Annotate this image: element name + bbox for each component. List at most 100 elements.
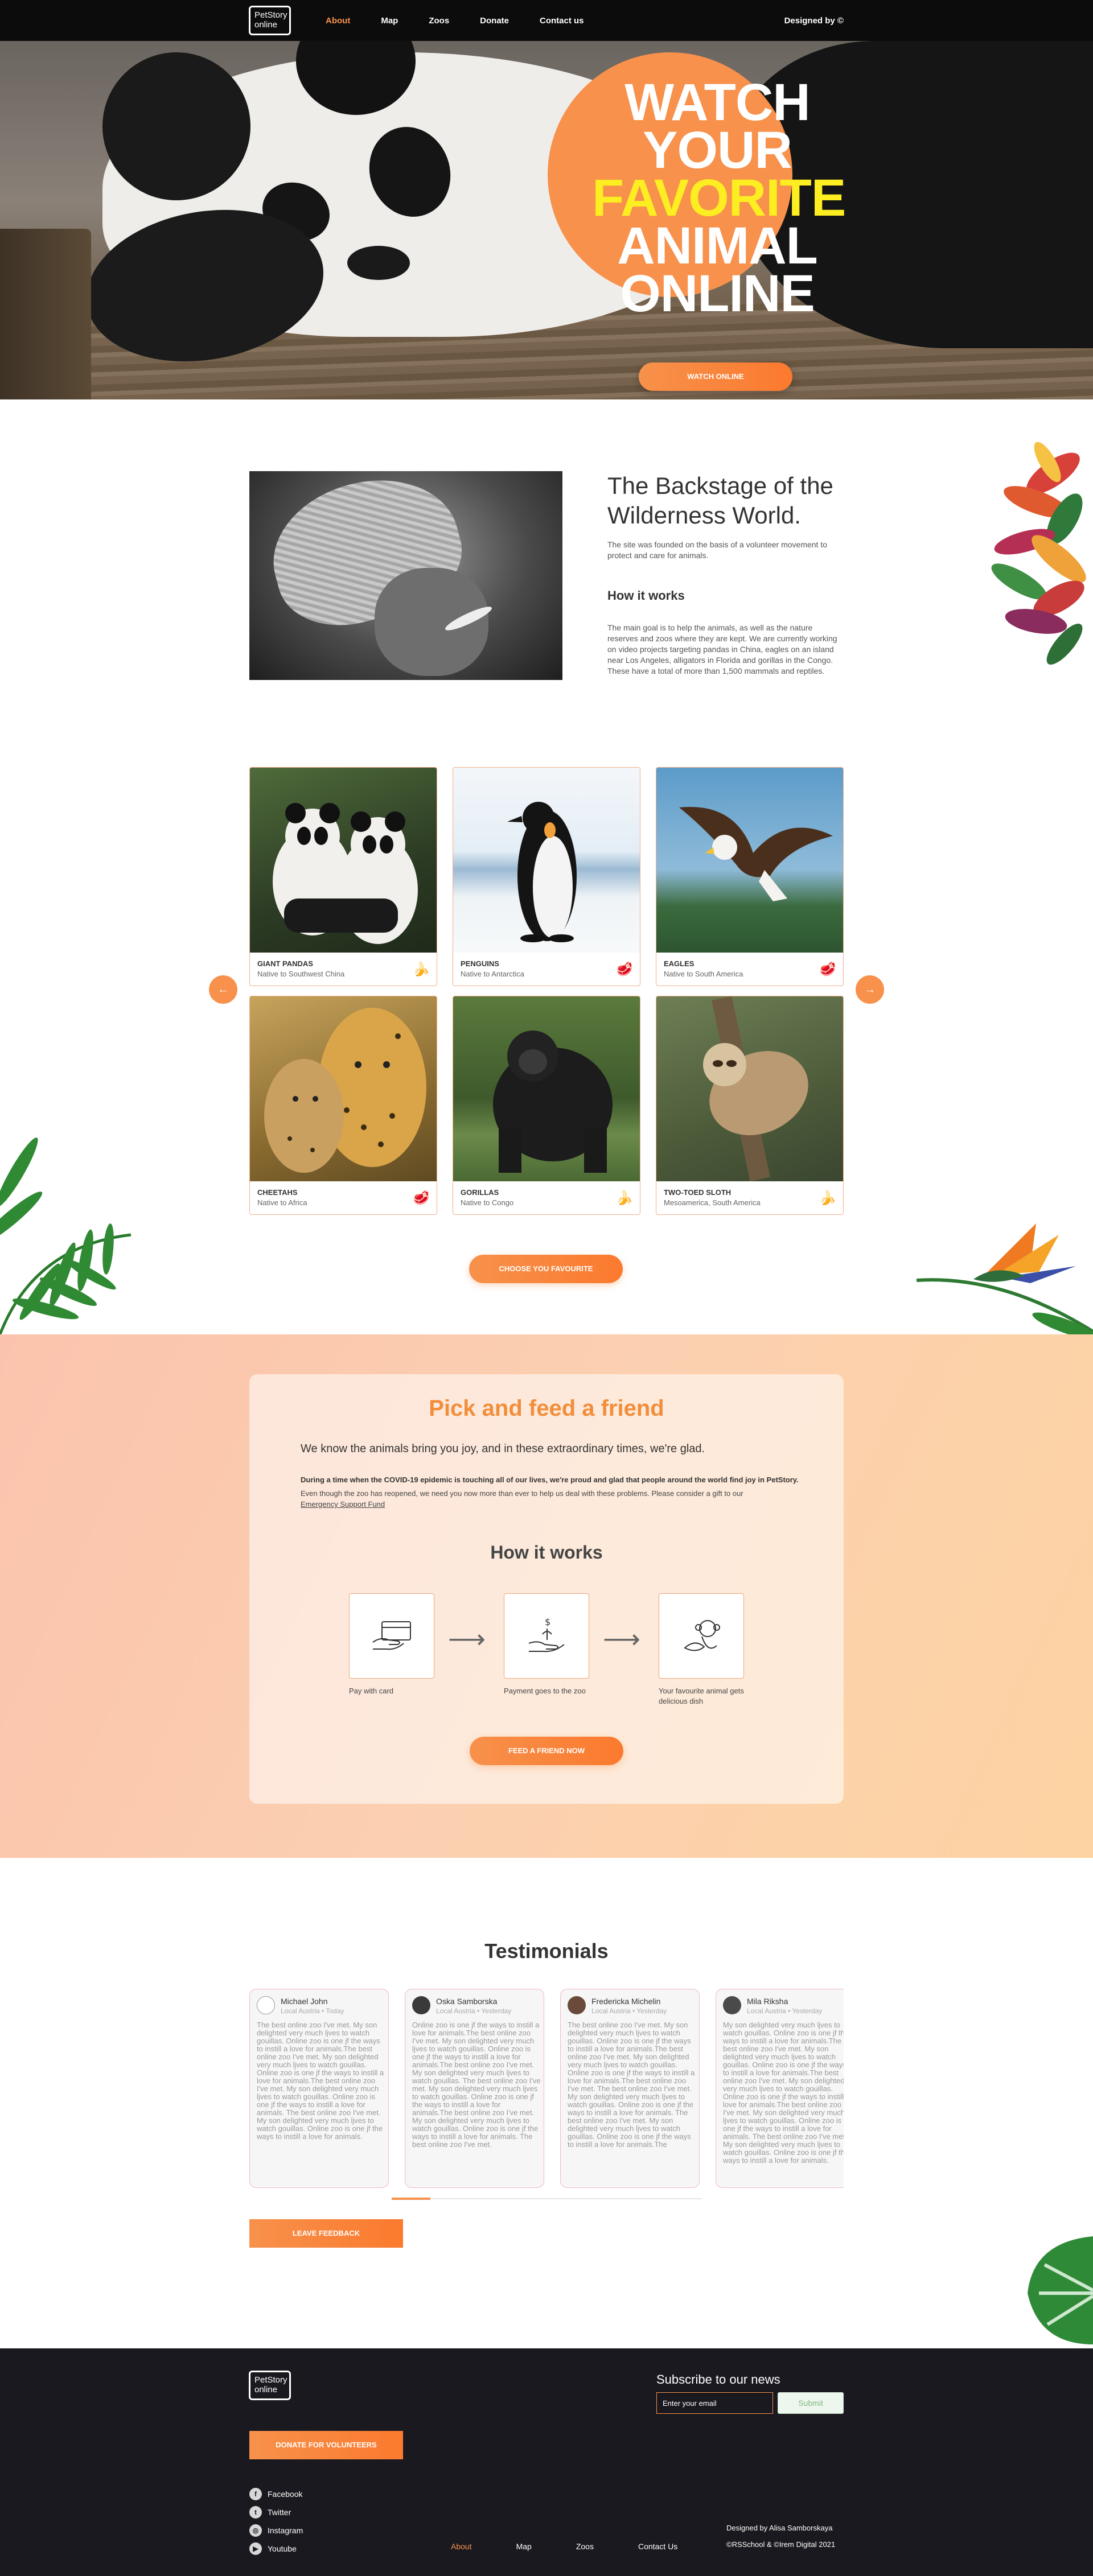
testimonial-meta: Local Austria • Yesterday bbox=[747, 2007, 823, 2015]
animal-card[interactable]: GIANT PANDAS Native to Southwest China 🍌 bbox=[249, 767, 437, 986]
designed-by: Designed by © bbox=[784, 16, 844, 26]
footer-nav-about[interactable]: About bbox=[451, 2542, 472, 2551]
avatar bbox=[568, 1996, 586, 2014]
testimonial-text: The best online zoo I've met. My son del… bbox=[257, 2021, 384, 2141]
feed-friend-button[interactable]: FEED A FRIEND NOW bbox=[470, 1737, 623, 1765]
footer-nav-contact[interactable]: Contact Us bbox=[638, 2542, 677, 2551]
banana-icon: 🍌 bbox=[819, 1190, 836, 1206]
footer-logo[interactable]: PetStory online bbox=[249, 2371, 291, 2400]
logo-line2: online bbox=[254, 2385, 278, 2394]
step-animal-dish bbox=[659, 1593, 744, 1679]
about-image bbox=[249, 471, 562, 680]
meat-icon: 🥩 bbox=[819, 962, 836, 977]
choose-favourite-button[interactable]: CHOOSE YOU FAVOURITE bbox=[469, 1255, 623, 1283]
svg-text:$: $ bbox=[545, 1617, 550, 1627]
testimonial-location: Local Austria bbox=[747, 2007, 786, 2015]
testimonials-title: Testimonials bbox=[484, 1939, 609, 1963]
avatar bbox=[412, 1996, 430, 2014]
nav-donate[interactable]: Donate bbox=[480, 16, 509, 26]
monkey-icon bbox=[684, 1620, 720, 1651]
hero-line: ONLINE bbox=[620, 265, 815, 323]
flower-decoration bbox=[985, 405, 1093, 707]
hero-section: WATCH YOUR FAVORITE ANIMAL ONLINE WATCH … bbox=[0, 41, 1093, 399]
animal-photo bbox=[250, 996, 437, 1181]
arrow-right-icon: ⟶ bbox=[603, 1624, 640, 1654]
testimonial-name: Michael John bbox=[281, 1997, 328, 2006]
feed-section: Pick and feed a friend We know the anima… bbox=[0, 1334, 1093, 1858]
credit-card-icon bbox=[372, 1621, 411, 1650]
about-text: The site was founded on the basis of a v… bbox=[607, 540, 828, 560]
footer-nav-zoos[interactable]: Zoos bbox=[576, 2542, 594, 2551]
testimonial-card: Mila Riksha Local Austria • Yesterday My… bbox=[716, 1989, 844, 2188]
testimonial-time: Yesterday bbox=[792, 2007, 823, 2015]
social-facebook[interactable]: f Facebook bbox=[249, 2485, 303, 2503]
testimonial-name: Mila Riksha bbox=[747, 1997, 788, 2006]
animal-photo bbox=[656, 768, 843, 953]
leave-feedback-button[interactable]: LEAVE FEEDBACK bbox=[249, 2219, 403, 2248]
social-youtube[interactable]: ▶ Youtube bbox=[249, 2540, 303, 2558]
watch-online-button[interactable]: WATCH ONLINE bbox=[639, 362, 792, 391]
feed-lead: We know the animals bring you joy, and i… bbox=[301, 1442, 705, 1455]
avatar bbox=[723, 1996, 741, 2014]
testimonials-scrollbar[interactable] bbox=[392, 2198, 702, 2200]
animal-name: PENGUINS bbox=[461, 959, 499, 968]
testimonial-name: Fredericka Michelin bbox=[591, 1997, 661, 2006]
testimonial-time: Yesterday bbox=[481, 2007, 512, 2015]
social-twitter[interactable]: t Twitter bbox=[249, 2503, 303, 2521]
animal-name: EAGLES bbox=[664, 959, 695, 968]
feed-how-title: How it works bbox=[490, 1542, 603, 1563]
banana-icon: 🍌 bbox=[616, 1190, 633, 1206]
top-header: PetStory online About Map Zoos Donate Co… bbox=[0, 0, 1093, 41]
step-payment-zoo: $ bbox=[504, 1593, 589, 1679]
logo-line1: PetStory bbox=[254, 10, 287, 20]
social-label: Facebook bbox=[268, 2490, 303, 2499]
panda-nose bbox=[347, 246, 410, 280]
feed-title: Pick and feed a friend bbox=[429, 1396, 664, 1421]
testimonial-meta: Local Austria • Yesterday bbox=[436, 2007, 512, 2015]
carousel-next-button[interactable]: → bbox=[856, 975, 884, 1004]
feed-bold-text: During a time when the COVID-19 epidemic… bbox=[301, 1475, 799, 1484]
logo[interactable]: PetStory online bbox=[249, 6, 291, 35]
testimonial-card: Michael John Local Austria • Today The b… bbox=[249, 1989, 389, 2188]
animal-origin: Native to Antarctica bbox=[461, 970, 524, 978]
instagram-icon: ◎ bbox=[249, 2524, 262, 2537]
social-instagram[interactable]: ◎ Instagram bbox=[249, 2521, 303, 2540]
animal-origin: Native to South America bbox=[664, 970, 743, 978]
testimonial-time: Yesterday bbox=[636, 2007, 667, 2015]
submit-button[interactable]: Submit bbox=[778, 2392, 844, 2414]
about-subtitle: How it works bbox=[607, 588, 685, 603]
designer-credit: Designed by Alisa Samborskaya bbox=[726, 2524, 833, 2532]
nav-zoos[interactable]: Zoos bbox=[429, 16, 449, 26]
avatar-icon bbox=[257, 1996, 275, 2014]
scrollbar-thumb[interactable] bbox=[392, 2198, 430, 2200]
step-label: Payment goes to the zoo bbox=[504, 1687, 586, 1695]
testimonial-text: My son delighted very much ljves to watc… bbox=[723, 2021, 844, 2165]
youtube-icon: ▶ bbox=[249, 2542, 262, 2555]
email-input[interactable] bbox=[656, 2392, 773, 2414]
testimonial-meta: Local Austria • Today bbox=[281, 2007, 344, 2015]
animal-card[interactable]: TWO-TOED SLOTH Mesoamerica, South Americ… bbox=[656, 996, 844, 1215]
animal-card[interactable]: GORILLAS Native to Congo 🍌 bbox=[453, 996, 640, 1215]
nav-contact[interactable]: Contact us bbox=[540, 16, 584, 26]
nav-about[interactable]: About bbox=[326, 16, 350, 26]
social-label: Youtube bbox=[268, 2544, 297, 2553]
emergency-fund-link[interactable]: Emergency Support Fund bbox=[301, 1500, 385, 1508]
about-title: The Backstage of the Wilderness World. bbox=[607, 472, 833, 529]
carousel-prev-button[interactable]: ← bbox=[209, 975, 237, 1004]
animal-card[interactable]: EAGLES Native to South America 🥩 bbox=[656, 767, 844, 986]
footer-nav: About Map Zoos Contact Us bbox=[451, 2542, 722, 2551]
subscribe-title: Subscribe to our news bbox=[656, 2372, 780, 2387]
hero-title: WATCH YOUR FAVORITE ANIMAL ONLINE bbox=[592, 73, 846, 323]
animal-card[interactable]: PENGUINS Native to Antarctica 🥩 bbox=[453, 767, 640, 986]
footer: PetStory online Subscribe to our news Su… bbox=[0, 2348, 1093, 2576]
animal-card[interactable]: CHEETAHS Native to Africa 🥩 bbox=[249, 996, 437, 1215]
testimonial-time: Today bbox=[326, 2007, 344, 2015]
donate-volunteers-button[interactable]: DONATE FOR VOLUNTEERS bbox=[249, 2431, 403, 2459]
social-label: Instagram bbox=[268, 2526, 303, 2535]
social-label: Twitter bbox=[268, 2508, 291, 2517]
step-label: Your favourite animal gets delicious dis… bbox=[659, 1687, 744, 1705]
nav-map[interactable]: Map bbox=[381, 16, 398, 26]
footer-nav-map[interactable]: Map bbox=[516, 2542, 532, 2551]
hero-line: WATCH bbox=[624, 73, 810, 131]
bird-of-paradise-decoration bbox=[917, 1212, 1093, 1334]
